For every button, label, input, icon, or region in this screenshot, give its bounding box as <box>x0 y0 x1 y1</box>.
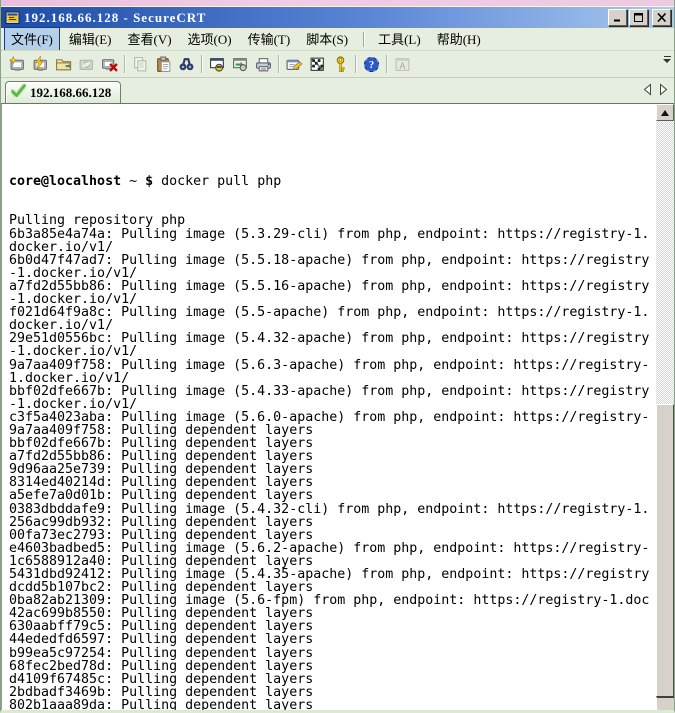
terminal-line: a5efe7a0d01b: Pulling dependent layers <box>9 489 656 502</box>
menu-item-view[interactable]: 查看(V) <box>121 27 179 51</box>
terminal-line: -1.docker.io/v1/ <box>9 267 656 280</box>
terminal-line: 2bdbadf3469b: Pulling dependent layers <box>9 686 656 699</box>
terminal-line: 6b0d47f47ad7: Pulling image (5.5.18-apac… <box>9 254 656 267</box>
terminal-line: docker.io/v1/ <box>9 241 656 254</box>
terminal-line: 256ac99db932: Pulling dependent layers <box>9 516 656 529</box>
tab-scroll-arrows <box>643 83 668 96</box>
scroll-down-button[interactable] <box>656 696 674 710</box>
tab-scroll-left-icon[interactable] <box>643 83 652 96</box>
terminal-line: 802b1aaa89da: Pulling dependent layers <box>9 699 656 710</box>
maximize-icon <box>634 13 644 22</box>
toolbar-overflow-icon[interactable] <box>663 56 671 63</box>
paste-icon[interactable] <box>152 53 175 75</box>
minimize-button[interactable] <box>608 9 627 26</box>
help-icon[interactable]: ? <box>360 53 383 75</box>
session-window-icon[interactable] <box>206 53 229 75</box>
prompt-separator: ~ <box>121 174 145 189</box>
terminal-line: 6b3a85e4a74a: Pulling image (5.3.29-cli)… <box>9 228 656 241</box>
window-title: 192.168.66.128 - SecureCRT <box>24 10 606 26</box>
svg-text:?: ? <box>369 60 374 71</box>
connect-icon[interactable] <box>52 53 75 75</box>
securecrt-app-icon <box>5 10 21 26</box>
terminal-scrollbar[interactable] <box>656 104 674 710</box>
toolbar-separator <box>355 55 357 73</box>
print-icon[interactable] <box>252 53 275 75</box>
terminal-line: 00fa73ec2793: Pulling dependent layers <box>9 529 656 542</box>
clone-session-icon[interactable] <box>229 53 252 75</box>
terminal-line: d4109f67485c: Pulling dependent layers <box>9 673 656 686</box>
svg-text:A: A <box>399 60 405 70</box>
prompt-user: core@localhost <box>9 174 121 189</box>
close-button[interactable] <box>652 9 671 26</box>
terminal-line: 68fec2bed78d: Pulling dependent layers <box>9 660 656 673</box>
menu-item-tools[interactable]: 工具(L) <box>371 27 428 51</box>
session-options-icon[interactable] <box>283 53 306 75</box>
toolbar: ? A <box>1 50 674 78</box>
terminal-line: b99ea5c97254: Pulling dependent layers <box>9 647 656 660</box>
session-tab[interactable]: 192.168.66.128 <box>5 81 121 103</box>
terminal-line: Pulling repository php <box>9 214 656 227</box>
menu-item-options[interactable]: 选项(O) <box>181 27 239 51</box>
maximize-button[interactable] <box>629 9 648 26</box>
menu-item-transfer[interactable]: 传输(T) <box>241 27 298 51</box>
securecrt-window: 192.168.66.128 - SecureCRT 文件(F)编辑(E)查看(… <box>0 0 675 713</box>
connected-check-icon <box>11 84 26 102</box>
terminal[interactable]: core@localhost ~ $ docker pull php Pulli… <box>1 103 674 710</box>
tab-label: 192.168.66.128 <box>30 85 111 101</box>
terminal-line: -1.docker.io/v1/ <box>9 345 656 358</box>
terminal-line: bbf02dfe667b: Pulling image (5.4.33-apac… <box>9 385 656 398</box>
menu-item-edit[interactable]: 编辑(E) <box>62 27 119 51</box>
terminal-line: 1.docker.io/v1/ <box>9 372 656 385</box>
prompt-command: docker pull php <box>161 174 281 189</box>
scrollbar-thumb[interactable] <box>656 404 674 700</box>
toolbar-separator <box>124 55 126 73</box>
font-icon[interactable]: A <box>391 53 414 75</box>
copy-icon[interactable] <box>129 53 152 75</box>
close-icon <box>657 13 667 22</box>
prompt-symbol: $ <box>145 174 161 189</box>
tab-scroll-right-icon[interactable] <box>659 83 668 96</box>
quick-connect-icon[interactable] <box>29 53 52 75</box>
title-bar[interactable]: 192.168.66.128 - SecureCRT <box>1 7 674 28</box>
menu-separator <box>363 32 365 47</box>
menu-item-file[interactable]: 文件(F) <box>4 27 60 51</box>
scroll-up-icon <box>661 110 669 116</box>
terminal-line: c3f5a4023aba: Pulling image (5.6.0-apach… <box>9 411 656 424</box>
toolbar-separator <box>386 55 388 73</box>
new-session-icon[interactable] <box>6 53 29 75</box>
minimize-icon <box>613 13 623 22</box>
tab-bar: 192.168.66.128 <box>1 78 674 103</box>
terminal-line: -1.docker.io/v1/ <box>9 398 656 411</box>
prompt-line: core@localhost ~ $ docker pull php <box>9 175 656 188</box>
keymap-options-icon[interactable] <box>306 53 329 75</box>
key-agent-icon[interactable] <box>329 53 352 75</box>
background-window-strip <box>1 0 674 7</box>
toolbar-separator <box>278 55 280 73</box>
menu-bar: 文件(F)编辑(E)查看(V)选项(O)传输(T)脚本(S) 工具(L)帮助(H) <box>1 28 674 50</box>
toolbar-separator <box>201 55 203 73</box>
menu-item-script[interactable]: 脚本(S) <box>299 27 355 51</box>
terminal-line: 9a7aa409f758: Pulling image (5.6.3-apach… <box>9 359 656 372</box>
terminal-line: 0383dbddafe9: Pulling image (5.4.32-cli)… <box>9 503 656 516</box>
scroll-up-button[interactable] <box>656 104 674 121</box>
terminal-line: e4603badbed5: Pulling image (5.6.2-apach… <box>9 542 656 555</box>
terminal-line: 44ededfd6597: Pulling dependent layers <box>9 633 656 646</box>
disconnect-icon[interactable] <box>98 53 121 75</box>
menu-item-help[interactable]: 帮助(H) <box>430 27 488 51</box>
terminal-output: core@localhost ~ $ docker pull php Pulli… <box>2 104 656 710</box>
find-icon[interactable] <box>175 53 198 75</box>
reconnect-icon[interactable] <box>75 53 98 75</box>
